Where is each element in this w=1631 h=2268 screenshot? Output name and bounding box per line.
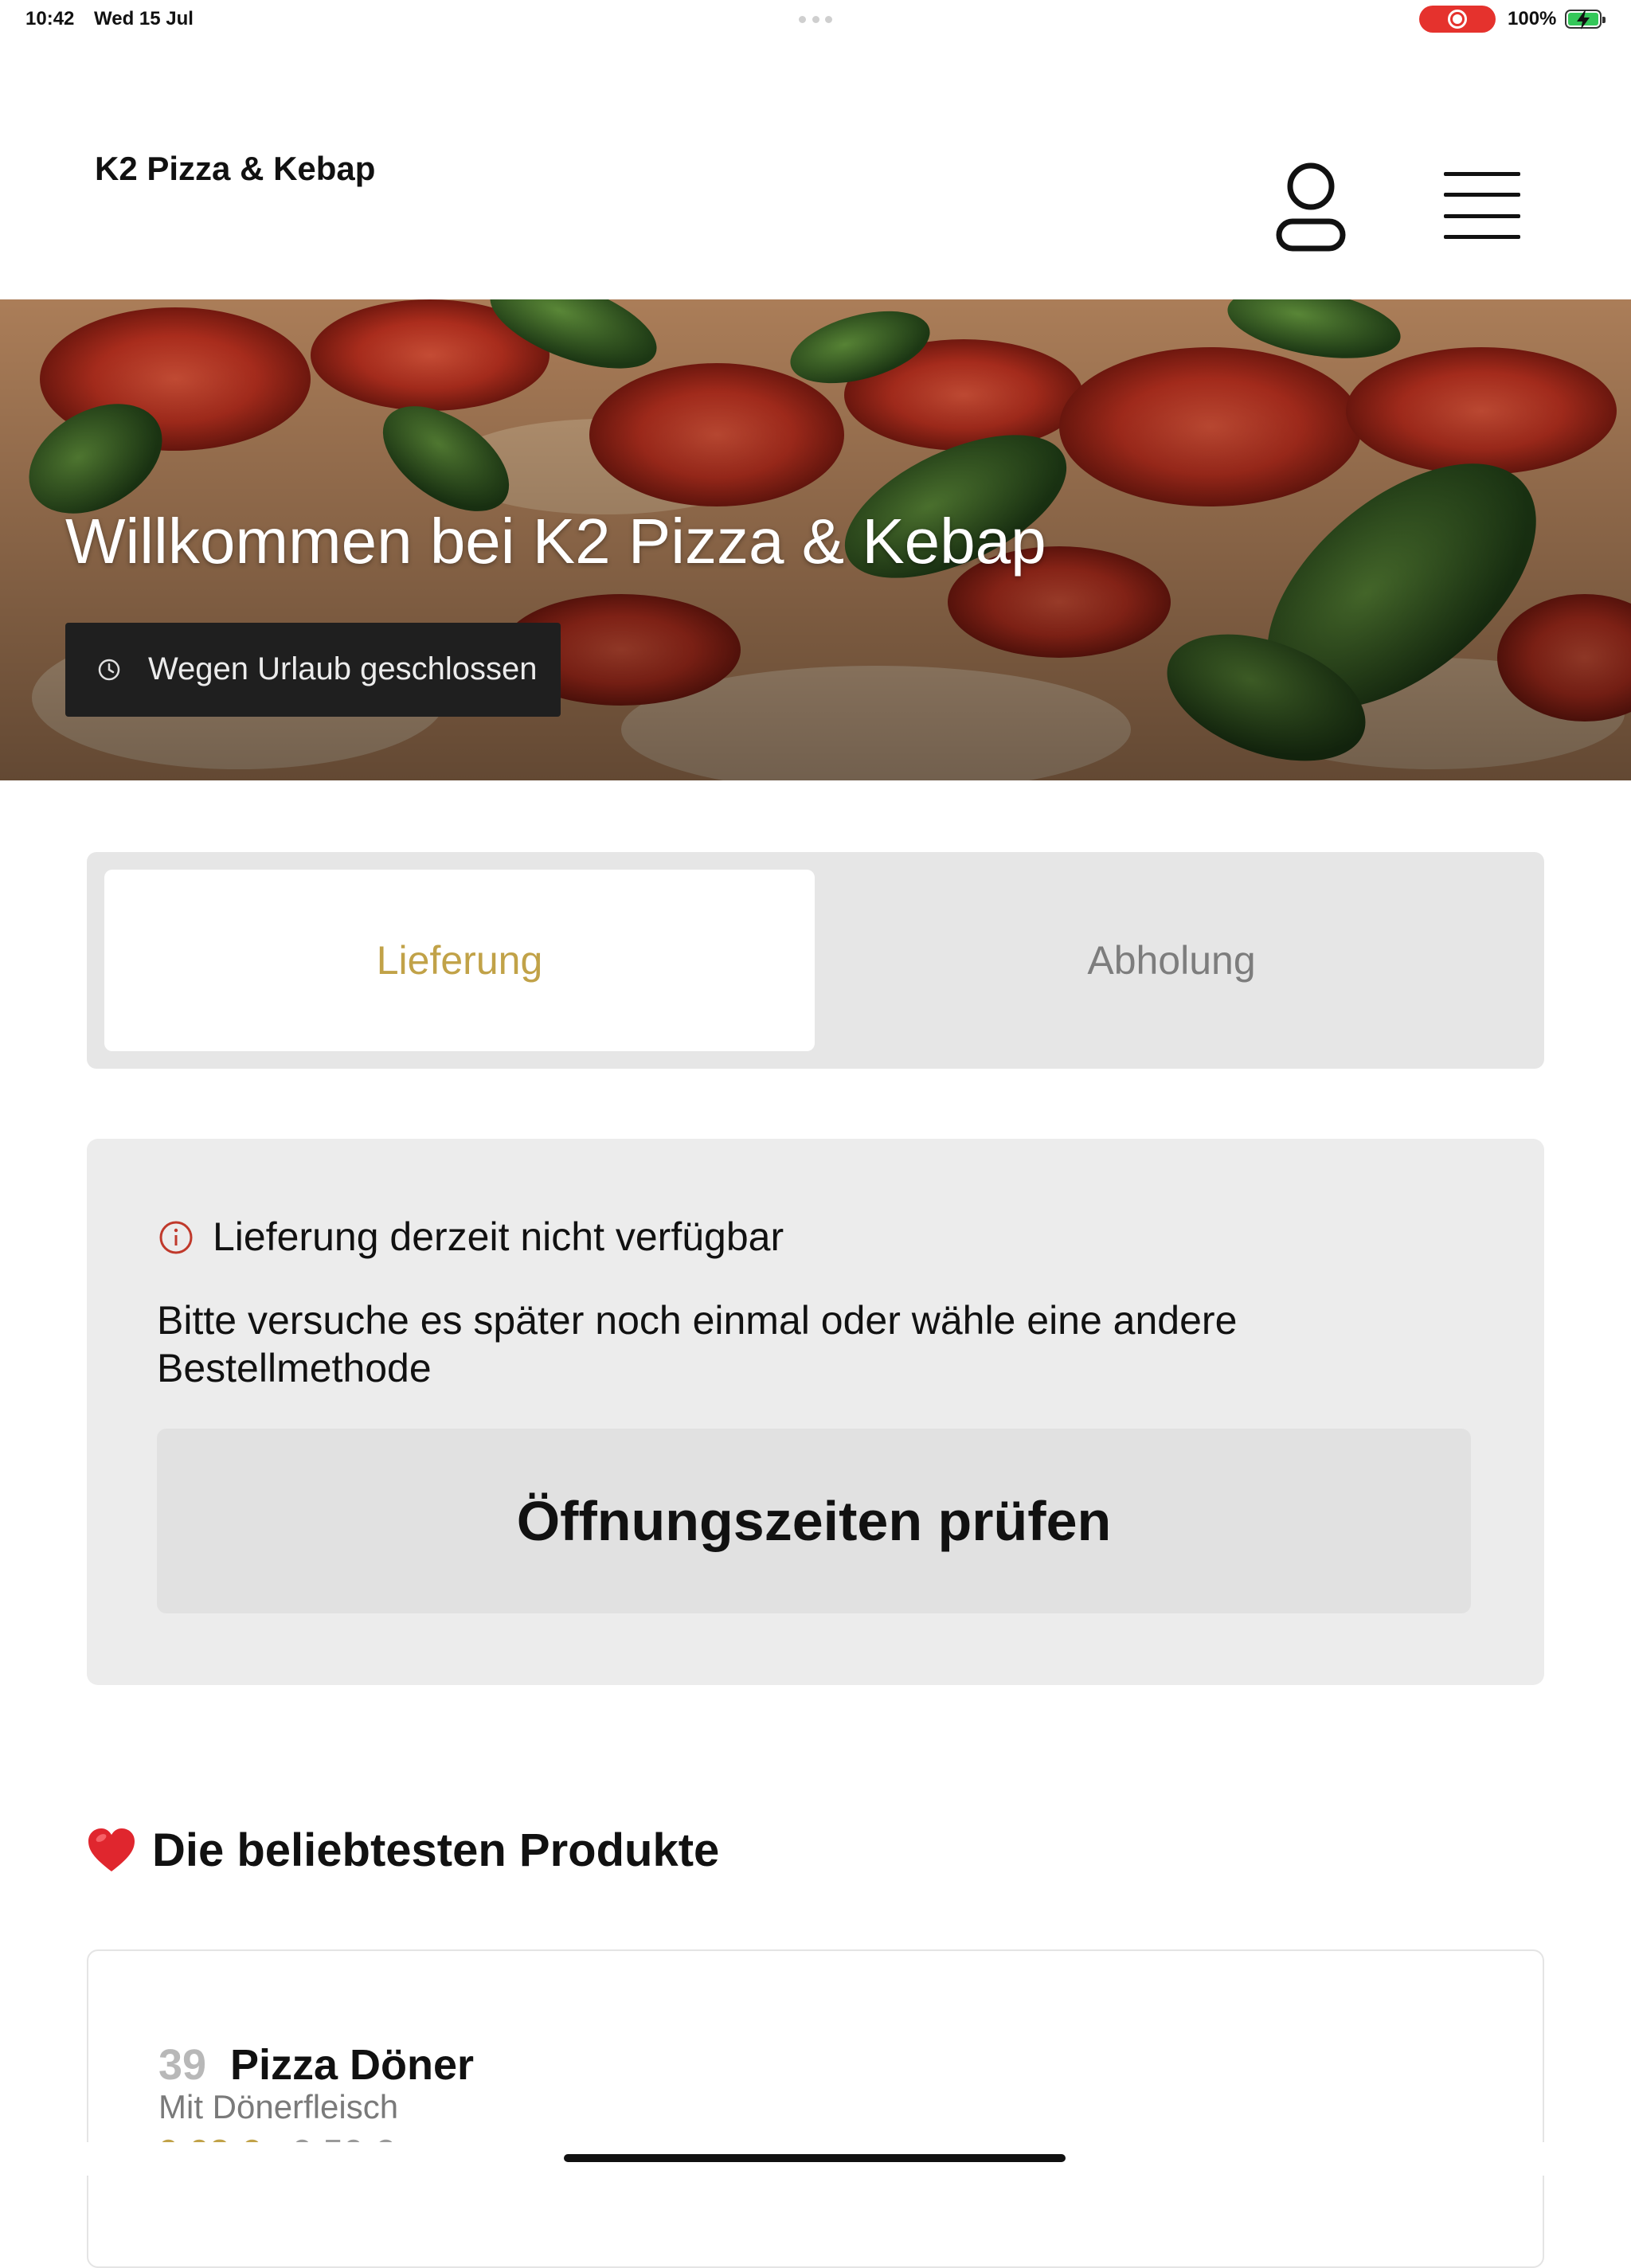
menu-button[interactable]	[1440, 172, 1524, 239]
site-header: K2 Pizza & Kebap	[0, 38, 1631, 299]
hero-title: Willkommen bei K2 Pizza & Kebap	[65, 506, 1046, 577]
info-icon	[159, 1221, 193, 1254]
closed-status-badge: Wegen Urlaub geschlossen	[65, 623, 561, 717]
product-card[interactable]: 39 Pizza Döner Mit Dönerfleisch 9,03 € 9…	[87, 1949, 1544, 2268]
battery-percent: 100%	[1508, 8, 1557, 29]
tab-delivery[interactable]: Lieferung	[104, 870, 815, 1051]
heart-icon	[88, 1828, 135, 1871]
hero-banner: Willkommen bei K2 Pizza & Kebap Wegen Ur…	[0, 299, 1631, 780]
notice-body: Bitte versuche es später noch einmal ode…	[157, 1298, 1238, 1390]
status-bar: 10:42 Wed 15 Jul 100%	[0, 0, 1631, 38]
product-description: Mit Dönerfleisch	[158, 2088, 399, 2125]
brand-name[interactable]: K2 Pizza & Kebap	[95, 150, 375, 188]
product-name: Pizza Döner	[230, 2041, 475, 2089]
product-number: 39	[158, 2041, 207, 2089]
popular-products-heading: Die beliebtesten Produkte	[87, 1822, 719, 1878]
user-icon	[1276, 162, 1346, 252]
delivery-unavailable-notice: Lieferung derzeit nicht verfügbar Bitte …	[87, 1139, 1544, 1685]
screen-recording-icon[interactable]	[1419, 6, 1496, 33]
section-title: Die beliebtesten Produkte	[152, 1824, 720, 1876]
menu-icon	[1444, 172, 1520, 176]
notice-title: Lieferung derzeit nicht verfügbar	[213, 1214, 784, 1259]
status-date: Wed 15 Jul	[94, 8, 194, 29]
check-opening-hours-button[interactable]: Öffnungszeiten prüfen	[157, 1429, 1471, 1613]
home-indicator[interactable]	[564, 2154, 1066, 2162]
battery-charging-icon	[1565, 10, 1606, 29]
closed-status-text: Wegen Urlaub geschlossen	[148, 651, 538, 686]
status-time: 10:42	[25, 8, 75, 29]
order-method-switch: Lieferung Abholung	[87, 852, 1544, 1069]
multitasking-dots-icon[interactable]	[799, 16, 832, 23]
clock-icon	[98, 659, 120, 681]
account-button[interactable]	[1273, 158, 1349, 253]
tab-pickup[interactable]: Abholung	[816, 870, 1527, 1051]
